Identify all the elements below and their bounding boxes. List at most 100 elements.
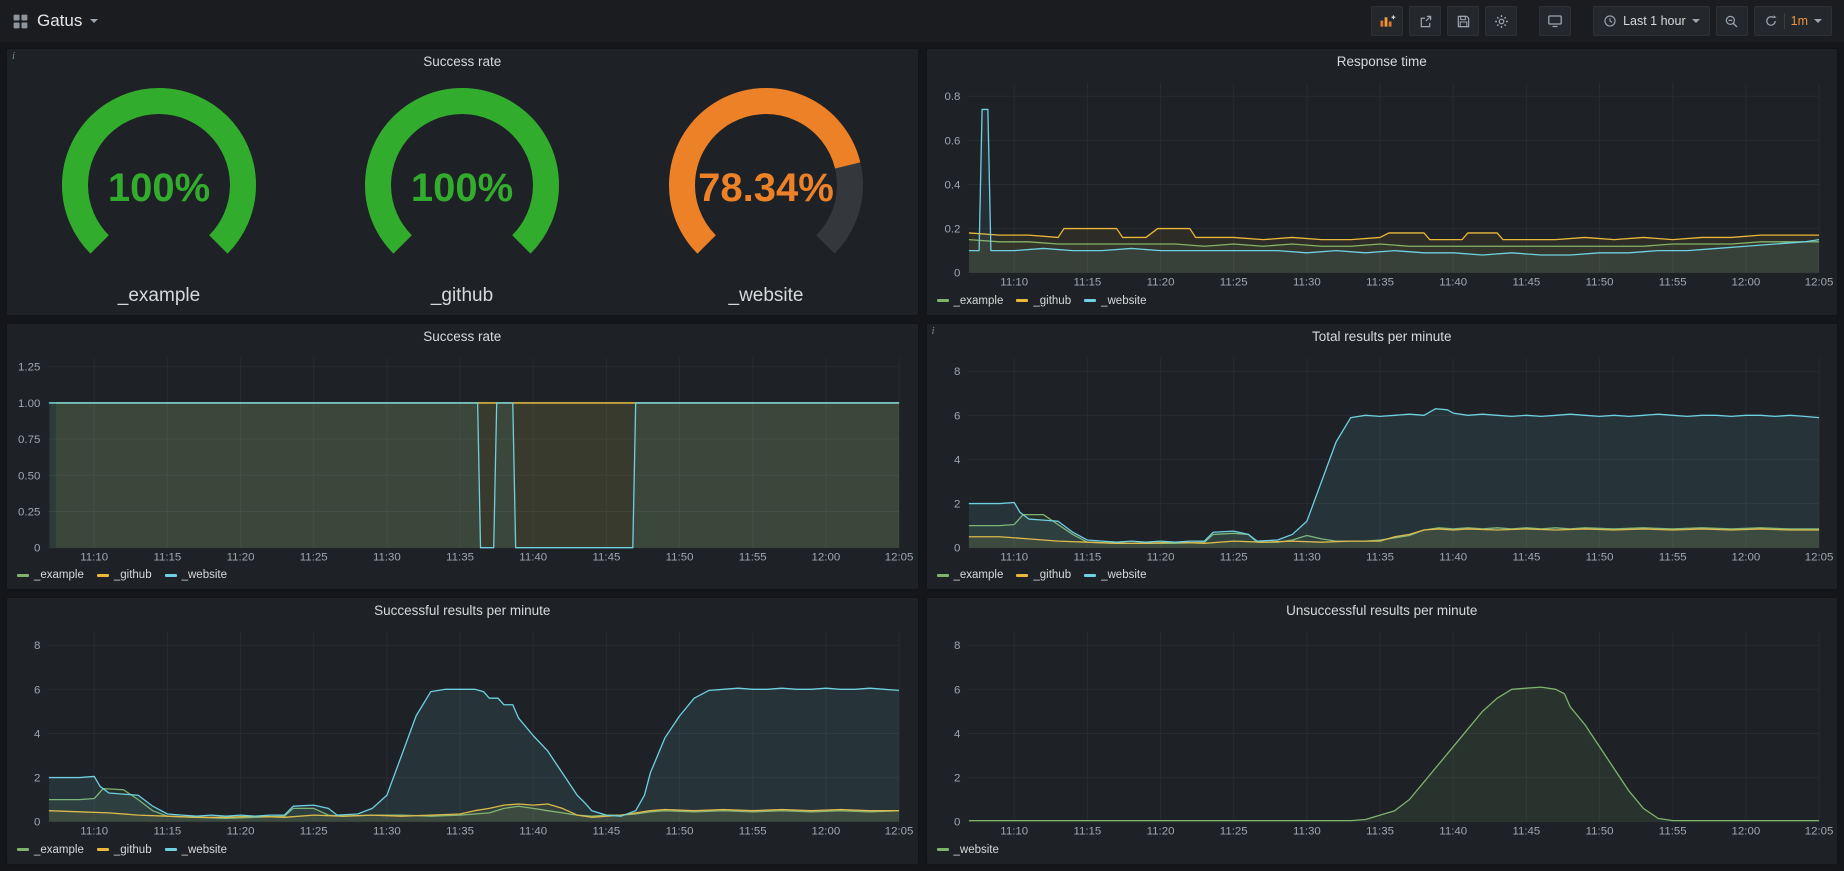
svg-text:11:15: 11:15	[153, 551, 181, 563]
chart-successful-results[interactable]: 11:1011:1511:2011:2511:3011:3511:4011:45…	[7, 624, 918, 840]
legend-item-_example[interactable]: _example	[17, 844, 84, 856]
zoom-out-button[interactable]	[1716, 6, 1748, 36]
panel-title[interactable]: Successful results per minute	[7, 598, 918, 624]
dashboard-title[interactable]: Gatus	[37, 11, 82, 31]
svg-text:11:55: 11:55	[1658, 826, 1686, 838]
svg-text:11:50: 11:50	[1585, 826, 1613, 838]
svg-text:11:20: 11:20	[227, 551, 255, 563]
refresh-picker[interactable]: 1m	[1754, 6, 1832, 36]
svg-text:12:00: 12:00	[1731, 277, 1760, 289]
panel-title[interactable]: Response time	[927, 49, 1838, 75]
svg-text:11:30: 11:30	[1292, 551, 1320, 563]
legend-color-marker	[1084, 299, 1096, 302]
chart-total-results[interactable]: 11:1011:1511:2011:2511:3011:3511:4011:45…	[927, 350, 1838, 566]
navbar: Gatus Last 1 hour	[0, 0, 1844, 42]
svg-text:6: 6	[34, 685, 40, 697]
svg-text:0: 0	[954, 817, 960, 829]
svg-text:11:35: 11:35	[446, 826, 474, 838]
legend-item-_website[interactable]: _website	[1084, 569, 1146, 581]
legend-color-marker	[1016, 574, 1028, 577]
panel-title[interactable]: Unsuccessful results per minute	[927, 598, 1838, 624]
svg-text:6: 6	[954, 685, 960, 697]
share-button[interactable]	[1409, 6, 1441, 36]
chart-success-rate[interactable]: 11:1011:1511:2011:2511:3011:3511:4011:45…	[7, 350, 918, 566]
svg-text:12:00: 12:00	[1731, 826, 1760, 838]
svg-text:11:50: 11:50	[666, 551, 694, 563]
legend-item-_website[interactable]: _website	[1084, 295, 1146, 307]
legend-item-_github[interactable]: _github	[97, 844, 152, 856]
panel-title[interactable]: Total results per minute	[927, 324, 1838, 350]
legend-item-_website[interactable]: _website	[165, 569, 227, 581]
svg-text:11:15: 11:15	[1073, 551, 1101, 563]
svg-text:11:55: 11:55	[1658, 551, 1686, 563]
legend-item-_example[interactable]: _example	[937, 295, 1004, 307]
gauge-value: 78.34%	[698, 166, 834, 210]
tv-mode-button[interactable]	[1539, 6, 1571, 36]
dashboard-grid: i Success rate 100%_example100%_github78…	[0, 42, 1844, 871]
svg-text:11:35: 11:35	[1366, 277, 1394, 289]
legend-color-marker	[97, 848, 109, 851]
svg-text:0: 0	[34, 542, 40, 554]
panel-successful-results: Successful results per minute 11:1011:15…	[6, 597, 919, 865]
legend-item-_website[interactable]: _website	[937, 844, 999, 856]
dashboard-grid-icon[interactable]	[12, 13, 29, 30]
gauge-value: 100%	[411, 166, 513, 210]
chart-response-time[interactable]: 11:1011:1511:2011:2511:3011:3511:4011:45…	[927, 75, 1838, 291]
legend-color-marker	[937, 574, 949, 577]
svg-text:11:40: 11:40	[1439, 551, 1467, 563]
panel-title[interactable]: Success rate	[7, 49, 918, 75]
gauge-label: _example	[117, 285, 200, 306]
svg-text:11:50: 11:50	[1585, 277, 1613, 289]
legend-item-_example[interactable]: _example	[17, 569, 84, 581]
time-range-picker[interactable]: Last 1 hour	[1593, 6, 1710, 36]
svg-text:12:05: 12:05	[885, 551, 914, 563]
dashboard-caret-icon[interactable]	[90, 19, 98, 23]
svg-text:11:40: 11:40	[1439, 826, 1467, 838]
panel-info-icon[interactable]: i	[12, 50, 15, 62]
svg-text:0: 0	[34, 817, 40, 829]
legend-item-_github[interactable]: _github	[97, 569, 152, 581]
refresh-caret-icon	[1814, 19, 1822, 23]
legend-item-_github[interactable]: _github	[1016, 569, 1071, 581]
legend-color-marker	[1084, 574, 1096, 577]
svg-text:11:20: 11:20	[1146, 277, 1174, 289]
svg-text:0.25: 0.25	[18, 506, 40, 518]
panel-title[interactable]: Success rate	[7, 324, 918, 350]
svg-text:11:45: 11:45	[592, 826, 620, 838]
svg-text:0.6: 0.6	[944, 135, 960, 147]
svg-text:2: 2	[954, 498, 960, 510]
panel-info-icon[interactable]: i	[932, 325, 935, 337]
svg-text:12:00: 12:00	[1731, 551, 1760, 563]
svg-text:2: 2	[954, 773, 960, 785]
svg-text:11:30: 11:30	[373, 551, 401, 563]
settings-gear-button[interactable]	[1485, 6, 1517, 36]
svg-text:11:45: 11:45	[1512, 551, 1540, 563]
legend-color-marker	[17, 848, 29, 851]
svg-text:11:55: 11:55	[1658, 277, 1686, 289]
svg-text:11:35: 11:35	[1366, 826, 1394, 838]
svg-text:8: 8	[954, 366, 960, 378]
chart-unsuccessful-results[interactable]: 11:1011:1511:2011:2511:3011:3511:4011:45…	[927, 624, 1838, 840]
svg-text:11:30: 11:30	[1292, 826, 1320, 838]
save-button[interactable]	[1447, 6, 1479, 36]
refresh-icon	[1764, 14, 1778, 28]
svg-text:11:40: 11:40	[1439, 277, 1467, 289]
svg-text:0.2: 0.2	[944, 224, 960, 236]
clock-icon	[1603, 14, 1617, 28]
svg-text:11:15: 11:15	[1073, 277, 1101, 289]
svg-text:11:25: 11:25	[300, 826, 328, 838]
panel-response-time: Response time 11:1011:1511:2011:2511:301…	[926, 48, 1839, 316]
svg-text:12:05: 12:05	[1804, 551, 1833, 563]
svg-text:11:15: 11:15	[153, 826, 181, 838]
add-panel-button[interactable]	[1371, 6, 1403, 36]
legend-color-marker	[165, 848, 177, 851]
legend-item-_github[interactable]: _github	[1016, 295, 1071, 307]
legend-item-_website[interactable]: _website	[165, 844, 227, 856]
legend-label: _github	[1033, 569, 1071, 581]
chart-legend: _website	[927, 840, 1838, 864]
svg-text:11:25: 11:25	[1219, 277, 1247, 289]
svg-text:11:20: 11:20	[227, 826, 255, 838]
panel-unsuccessful-results: Unsuccessful results per minute 11:1011:…	[926, 597, 1839, 865]
legend-item-_example[interactable]: _example	[937, 569, 1004, 581]
svg-text:0.4: 0.4	[944, 179, 961, 191]
